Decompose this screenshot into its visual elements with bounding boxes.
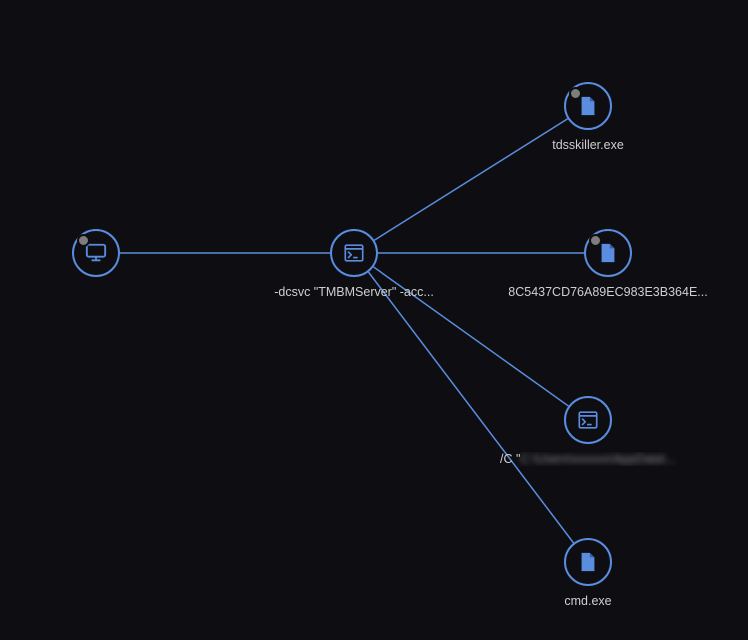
node-host[interactable]	[72, 229, 120, 277]
graph-edges	[0, 0, 748, 640]
terminal-icon	[343, 242, 365, 264]
node-hash-file[interactable]	[584, 229, 632, 277]
terminal-icon	[577, 409, 599, 431]
node-cmd-c-label-blurred: C:\Users\xxxxxx\AppData\...	[520, 452, 676, 466]
file-icon	[577, 551, 599, 573]
node-tdsskiller-label: tdsskiller.exe	[488, 138, 688, 152]
status-dot-icon	[589, 234, 602, 247]
node-cmd-c-label-prefix: /C "	[500, 452, 520, 466]
status-dot-icon	[77, 234, 90, 247]
process-tree-canvas: -dcsvc "TMBMServer" -acc... tdsskiller.e…	[0, 0, 748, 640]
file-icon	[597, 242, 619, 264]
node-cmd-c-label: /C "C:\Users\xxxxxx\AppData\...	[488, 452, 688, 466]
node-cmd-exe-label: cmd.exe	[488, 594, 688, 608]
node-hash-file-label: 8C5437CD76A89EC983E3B364E...	[508, 285, 708, 299]
node-cmd-c[interactable]	[564, 396, 612, 444]
node-center-label: -dcsvc "TMBMServer" -acc...	[254, 285, 454, 299]
monitor-icon	[85, 242, 107, 264]
status-dot-icon	[569, 87, 582, 100]
node-cmd-exe[interactable]	[564, 538, 612, 586]
file-icon	[577, 95, 599, 117]
node-center-terminal[interactable]	[330, 229, 378, 277]
node-tdsskiller[interactable]	[564, 82, 612, 130]
